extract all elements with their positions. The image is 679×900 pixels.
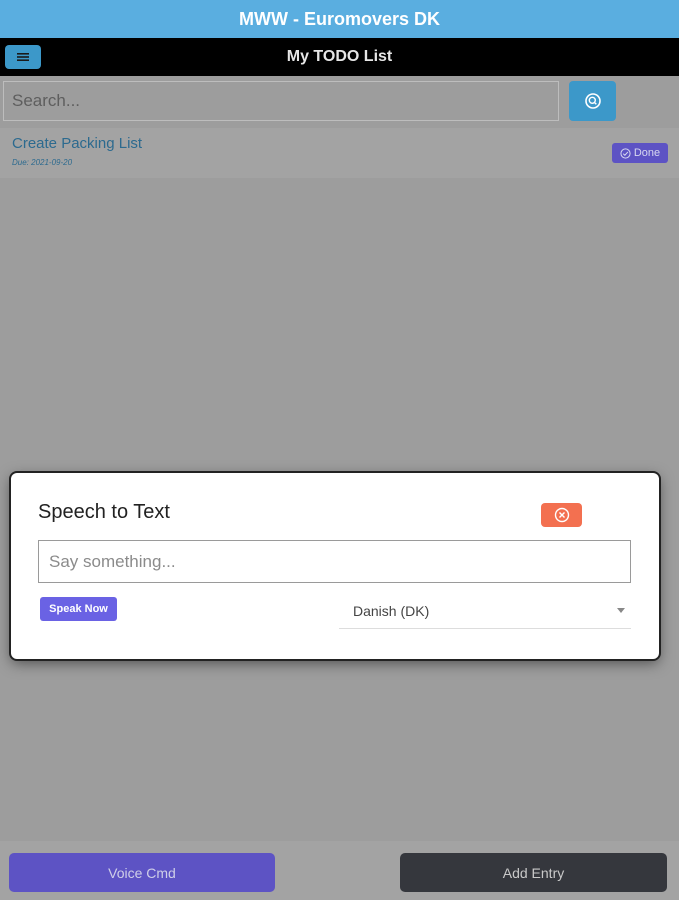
done-label: Done <box>633 147 661 159</box>
search-input[interactable] <box>3 81 559 121</box>
page-title: My TODO List <box>286 48 393 65</box>
close-button[interactable] <box>541 503 582 527</box>
language-select[interactable]: Danish (DK) <box>339 593 631 629</box>
app-title-bar: MWW - Euromovers DK <box>0 0 679 38</box>
dialog-title: Speech to Text <box>38 501 170 523</box>
language-value: Danish (DK) <box>353 602 430 619</box>
app-title: MWW - Euromovers DK <box>238 8 440 29</box>
bottom-action-bar: Voice Cmd Add Entry <box>0 841 679 900</box>
search-bar <box>0 76 679 126</box>
add-entry-button[interactable]: Add Entry <box>400 853 667 892</box>
check-circle-icon <box>620 147 631 159</box>
search-icon <box>584 93 601 109</box>
todo-list-item[interactable]: Create Packing List Due: 2021-09-20 Done <box>0 128 679 178</box>
todo-title[interactable]: Create Packing List <box>12 135 142 152</box>
todo-due-date: Due: 2021-09-20 <box>12 158 73 167</box>
voice-cmd-button[interactable]: Voice Cmd <box>9 853 275 892</box>
chevron-down-icon <box>617 608 625 613</box>
menu-icon <box>17 53 29 61</box>
speak-now-button[interactable]: Speak Now <box>40 597 117 621</box>
done-button[interactable]: Done <box>612 143 668 163</box>
close-circle-icon <box>554 507 569 523</box>
navbar: My TODO List <box>0 38 679 76</box>
speech-input[interactable] <box>38 540 631 583</box>
menu-button[interactable] <box>5 45 41 69</box>
speech-to-text-dialog: Speech to Text Speak Now Danish (DK) <box>11 473 659 659</box>
search-button[interactable] <box>569 81 616 121</box>
